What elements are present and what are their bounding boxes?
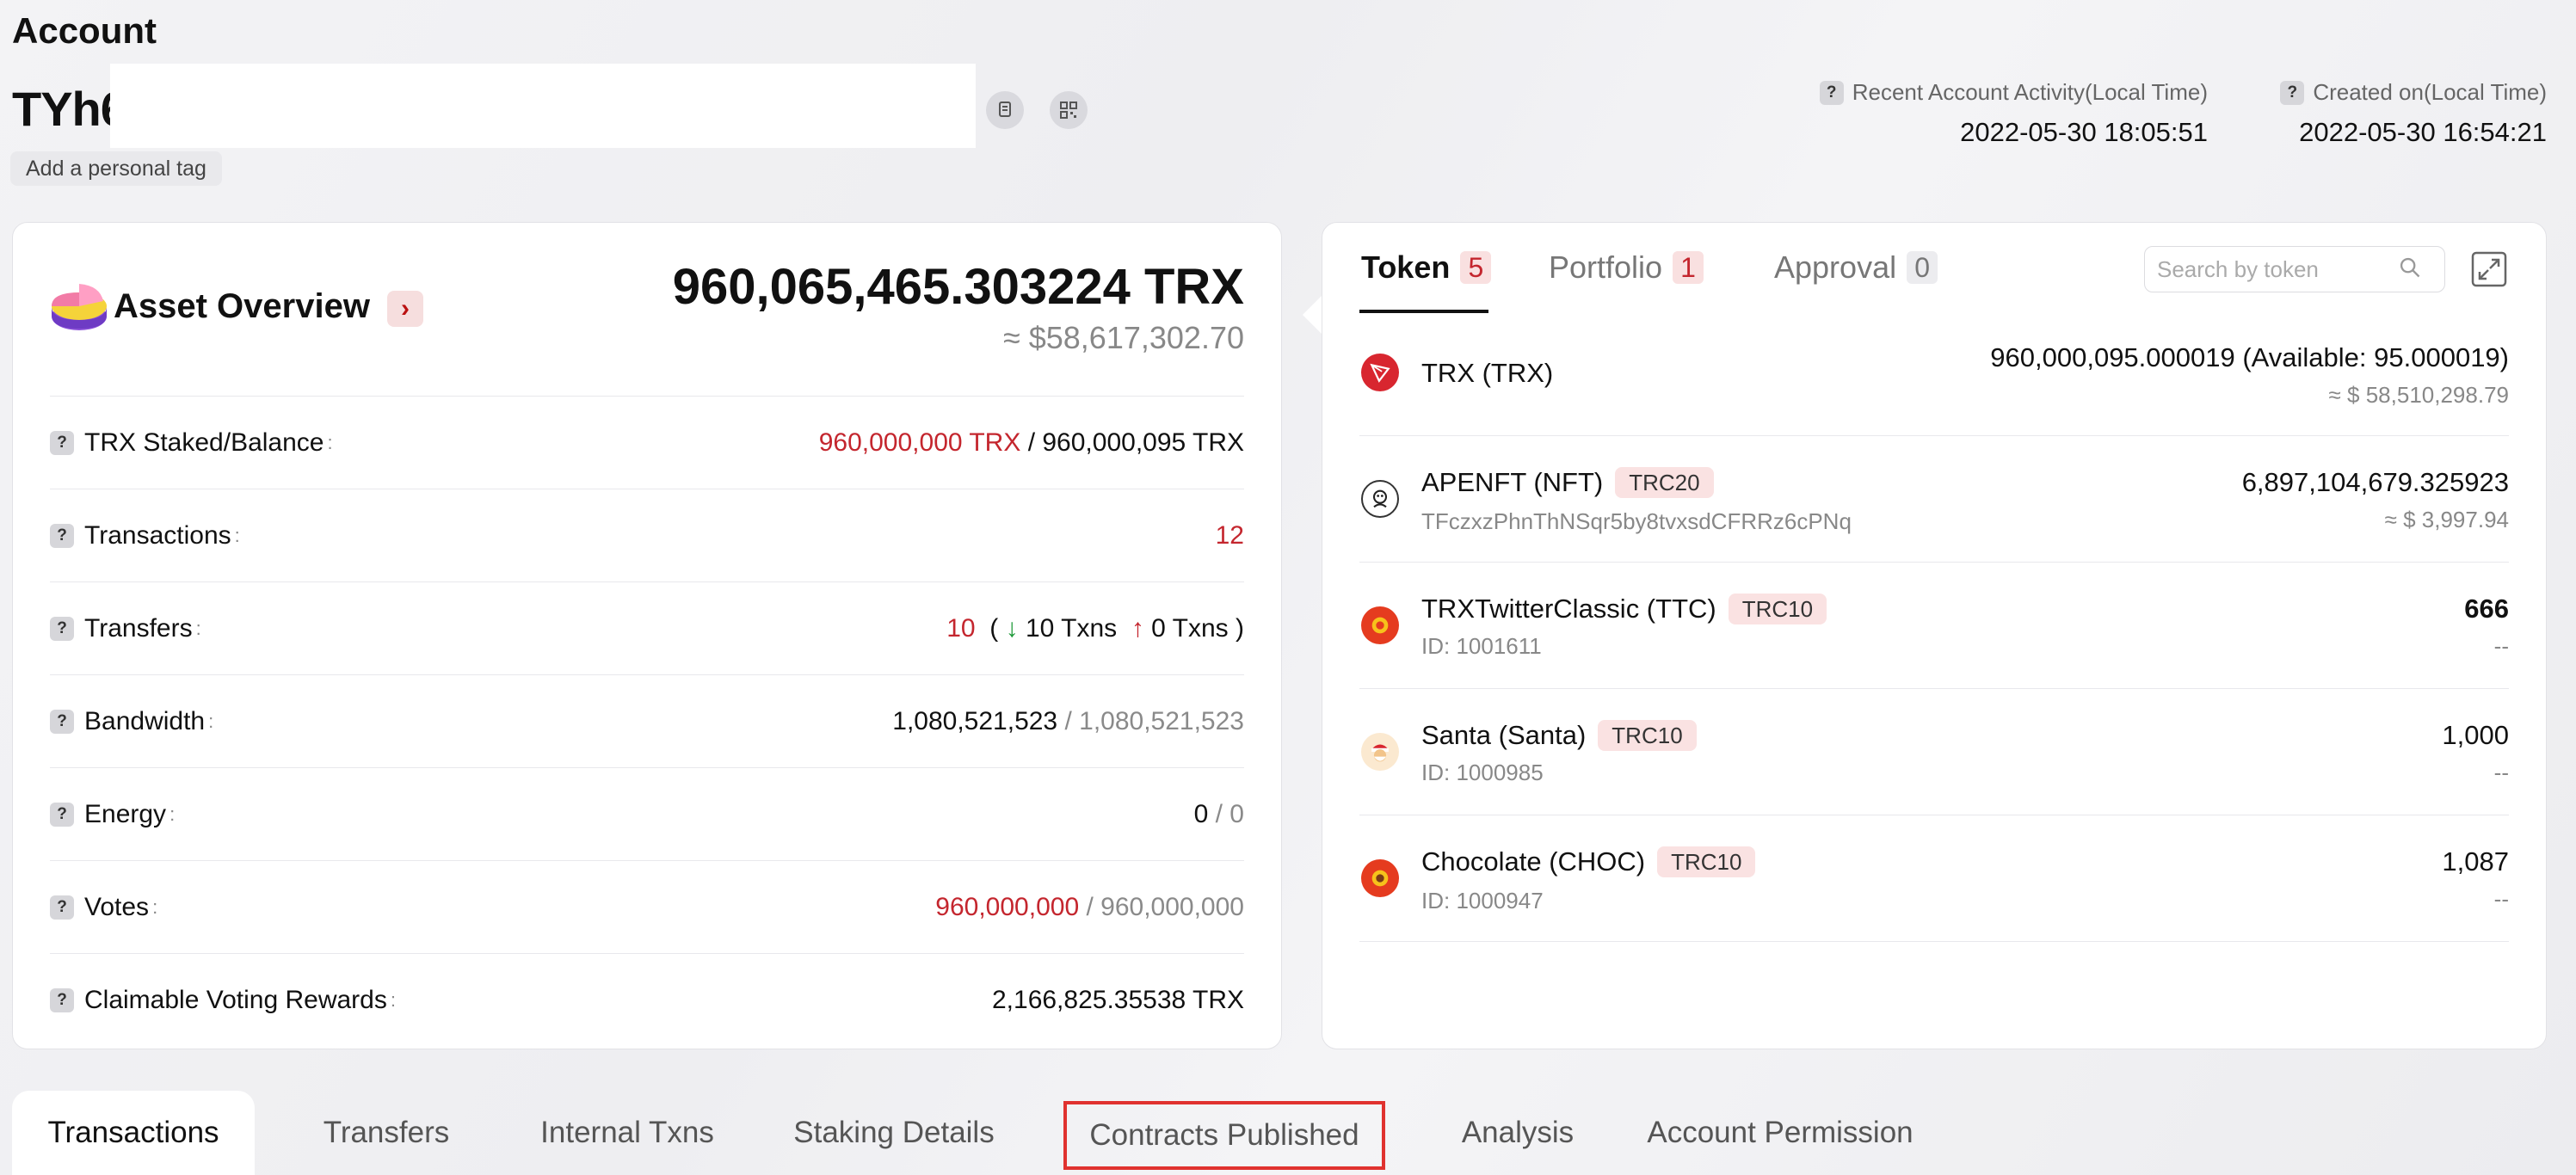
bandwidth-total: / 1,080,521,523 (1064, 706, 1244, 735)
santa-token-icon (1361, 733, 1399, 771)
bandwidth-row: ? Bandwidth: 1,080,521,523 / 1,080,521,52… (50, 674, 1244, 767)
tab-internal-txns[interactable]: Internal Txns (511, 1091, 743, 1175)
token-name[interactable]: APENFT (NFT) TRC20 (1421, 467, 1714, 498)
created-on-label: ? Created on(Local Time) (2280, 79, 2547, 106)
token-contract[interactable]: TFczxzPhnThNSqr5by8tvxsdCFRRz6cPNq (1421, 508, 1852, 535)
token-row-choc[interactable]: Chocolate (CHOC) TRC10 ID: 1000947 1,087… (1359, 815, 2509, 942)
tab-token[interactable]: Token 5 (1361, 249, 1492, 286)
voting-rewards-row: ? Claimable Voting Rewards: 2,166,825.355… (50, 953, 1244, 1046)
token-search-input[interactable] (2157, 255, 2398, 283)
token-amount: 1,087 (2442, 846, 2509, 877)
token-row-ttc[interactable]: TRXTwitterClassic (TTC) TRC10 ID: 100161… (1359, 563, 2509, 689)
voting-rewards-value: 2,166,825.35538 TRX (991, 985, 1244, 1014)
help-icon[interactable]: ? (1819, 80, 1844, 105)
token-type-badge: TRC10 (1598, 720, 1697, 751)
choc-token-icon (1361, 859, 1399, 897)
token-amount: 960,000,095.000019 (Available: 95.000019… (1990, 342, 2509, 372)
tab-contracts-published[interactable]: Contracts Published (1063, 1101, 1385, 1170)
transactions-count[interactable]: 12 (1216, 521, 1244, 550)
help-icon[interactable]: ? (50, 616, 74, 641)
token-amount: 1,000 (2442, 720, 2509, 750)
transfers-row: ? Transfers: 10 ( ↓ 10 Txns ↑ 0 Txns ) (50, 581, 1244, 674)
qr-code-icon[interactable] (1050, 91, 1088, 129)
transfers-out: 0 Txns (1151, 613, 1229, 643)
help-icon[interactable]: ? (2280, 80, 2305, 105)
token-type-badge: TRC10 (1657, 846, 1756, 877)
portfolio-count-badge: 1 (1673, 251, 1704, 284)
help-icon[interactable]: ? (50, 987, 74, 1012)
token-usd: -- (2493, 886, 2509, 912)
account-tabs: Transactions Transfers Internal Txns Sta… (12, 1091, 2559, 1175)
apenft-token-icon (1361, 480, 1399, 518)
balance-value: / 960,000,095 TRX (1027, 428, 1244, 457)
token-row-santa[interactable]: Santa (Santa) TRC10 ID: 1000985 1,000 -- (1359, 689, 2509, 815)
page-title: Account (12, 10, 157, 51)
tab-approval[interactable]: Approval 0 (1774, 249, 1938, 286)
help-icon[interactable]: ? (50, 802, 74, 827)
token-usd: ≈ $ 58,510,298.79 (2328, 382, 2509, 408)
token-type-badge: TRC20 (1615, 467, 1714, 498)
tab-transactions[interactable]: Transactions (12, 1091, 255, 1175)
bandwidth-available: 1,080,521,523 (892, 706, 1058, 735)
token-usd: -- (2493, 633, 2509, 659)
token-amount: 6,897,104,679.325923 (2241, 467, 2509, 497)
asset-overview-title: Asset Overview (114, 287, 370, 325)
help-icon[interactable]: ? (50, 430, 74, 455)
token-name[interactable]: TRXTwitterClassic (TTC) TRC10 (1421, 594, 1827, 624)
expand-icon[interactable] (2471, 251, 2507, 287)
tab-analysis[interactable]: Analysis (1432, 1091, 1604, 1175)
staked-balance-row: ? TRX Staked/Balance: 960,000,000 TRX / 9… (50, 396, 1244, 489)
tab-account-permission[interactable]: Account Permission (1638, 1091, 1922, 1175)
trx-token-icon (1361, 354, 1399, 391)
token-name[interactable]: Santa (Santa) TRC10 (1421, 720, 1697, 751)
token-name[interactable]: TRX (TRX) (1421, 358, 1553, 389)
token-usd: -- (2493, 760, 2509, 785)
token-search[interactable] (2144, 246, 2445, 292)
help-icon[interactable]: ? (50, 523, 74, 548)
votes-row: ? Votes: 960,000,000 / 960,000,000 (50, 860, 1244, 953)
energy-total: / 0 (1215, 799, 1244, 828)
copy-icon[interactable] (986, 91, 1024, 129)
asset-total: 960,065,465.303224 TRX (672, 259, 1244, 315)
staked-value[interactable]: 960,000,000 TRX (819, 428, 1021, 457)
arrow-up-icon: ↑ (1131, 613, 1144, 643)
recent-activity-label: ? Recent Account Activity(Local Time) (1819, 79, 2208, 106)
votes-total: / 960,000,000 (1086, 892, 1244, 921)
recent-activity-value: 2022-05-30 18:05:51 (1960, 117, 2208, 147)
tab-transfers[interactable]: Transfers (287, 1091, 485, 1175)
help-icon[interactable]: ? (50, 895, 74, 920)
token-count-badge: 5 (1460, 251, 1492, 284)
tab-portfolio[interactable]: Portfolio 1 (1549, 249, 1704, 286)
transfers-count[interactable]: 10 (946, 614, 975, 643)
token-id: ID: 1001611 (1421, 633, 1542, 659)
token-id: ID: 1000985 (1421, 760, 1544, 785)
ttc-token-icon (1361, 606, 1399, 644)
transactions-row: ? Transactions: 12 (50, 489, 1244, 581)
token-amount: 666 (2464, 594, 2509, 624)
token-name[interactable]: Chocolate (CHOC) TRC10 (1421, 846, 1756, 877)
tab-staking-details[interactable]: Staking Details (778, 1091, 1010, 1175)
pie-chart-icon (48, 279, 110, 340)
chevron-right-icon[interactable]: › (387, 291, 423, 327)
asset-total-usd: ≈ $58,617,302.70 (1002, 320, 1244, 355)
arrow-down-icon: ↓ (1005, 613, 1019, 643)
token-id: ID: 1000947 (1421, 888, 1544, 914)
address-redaction (110, 64, 976, 148)
energy-available: 0 (1193, 799, 1209, 828)
account-address[interactable]: TYh6 (12, 81, 127, 137)
token-row-apenft[interactable]: APENFT (NFT) TRC20 TFczxzPhnThNSqr5by8tv… (1359, 436, 2509, 563)
add-personal-tag-button[interactable]: Add a personal tag (10, 151, 222, 186)
votes-used[interactable]: 960,000,000 (935, 893, 1079, 921)
created-on-value: 2022-05-30 16:54:21 (2299, 117, 2547, 147)
token-row-trx[interactable]: TRX (TRX) 960,000,095.000019 (Available:… (1359, 310, 2509, 436)
panel-pointer (1303, 296, 1322, 334)
transfers-in: 10 Txns (1025, 613, 1118, 643)
token-type-badge: TRC10 (1728, 594, 1827, 624)
help-icon[interactable]: ? (50, 709, 74, 734)
energy-row: ? Energy: 0 / 0 (50, 767, 1244, 860)
approval-count-badge: 0 (1907, 251, 1938, 284)
token-usd: ≈ $ 3,997.94 (2384, 507, 2509, 532)
search-icon[interactable] (2398, 255, 2422, 284)
